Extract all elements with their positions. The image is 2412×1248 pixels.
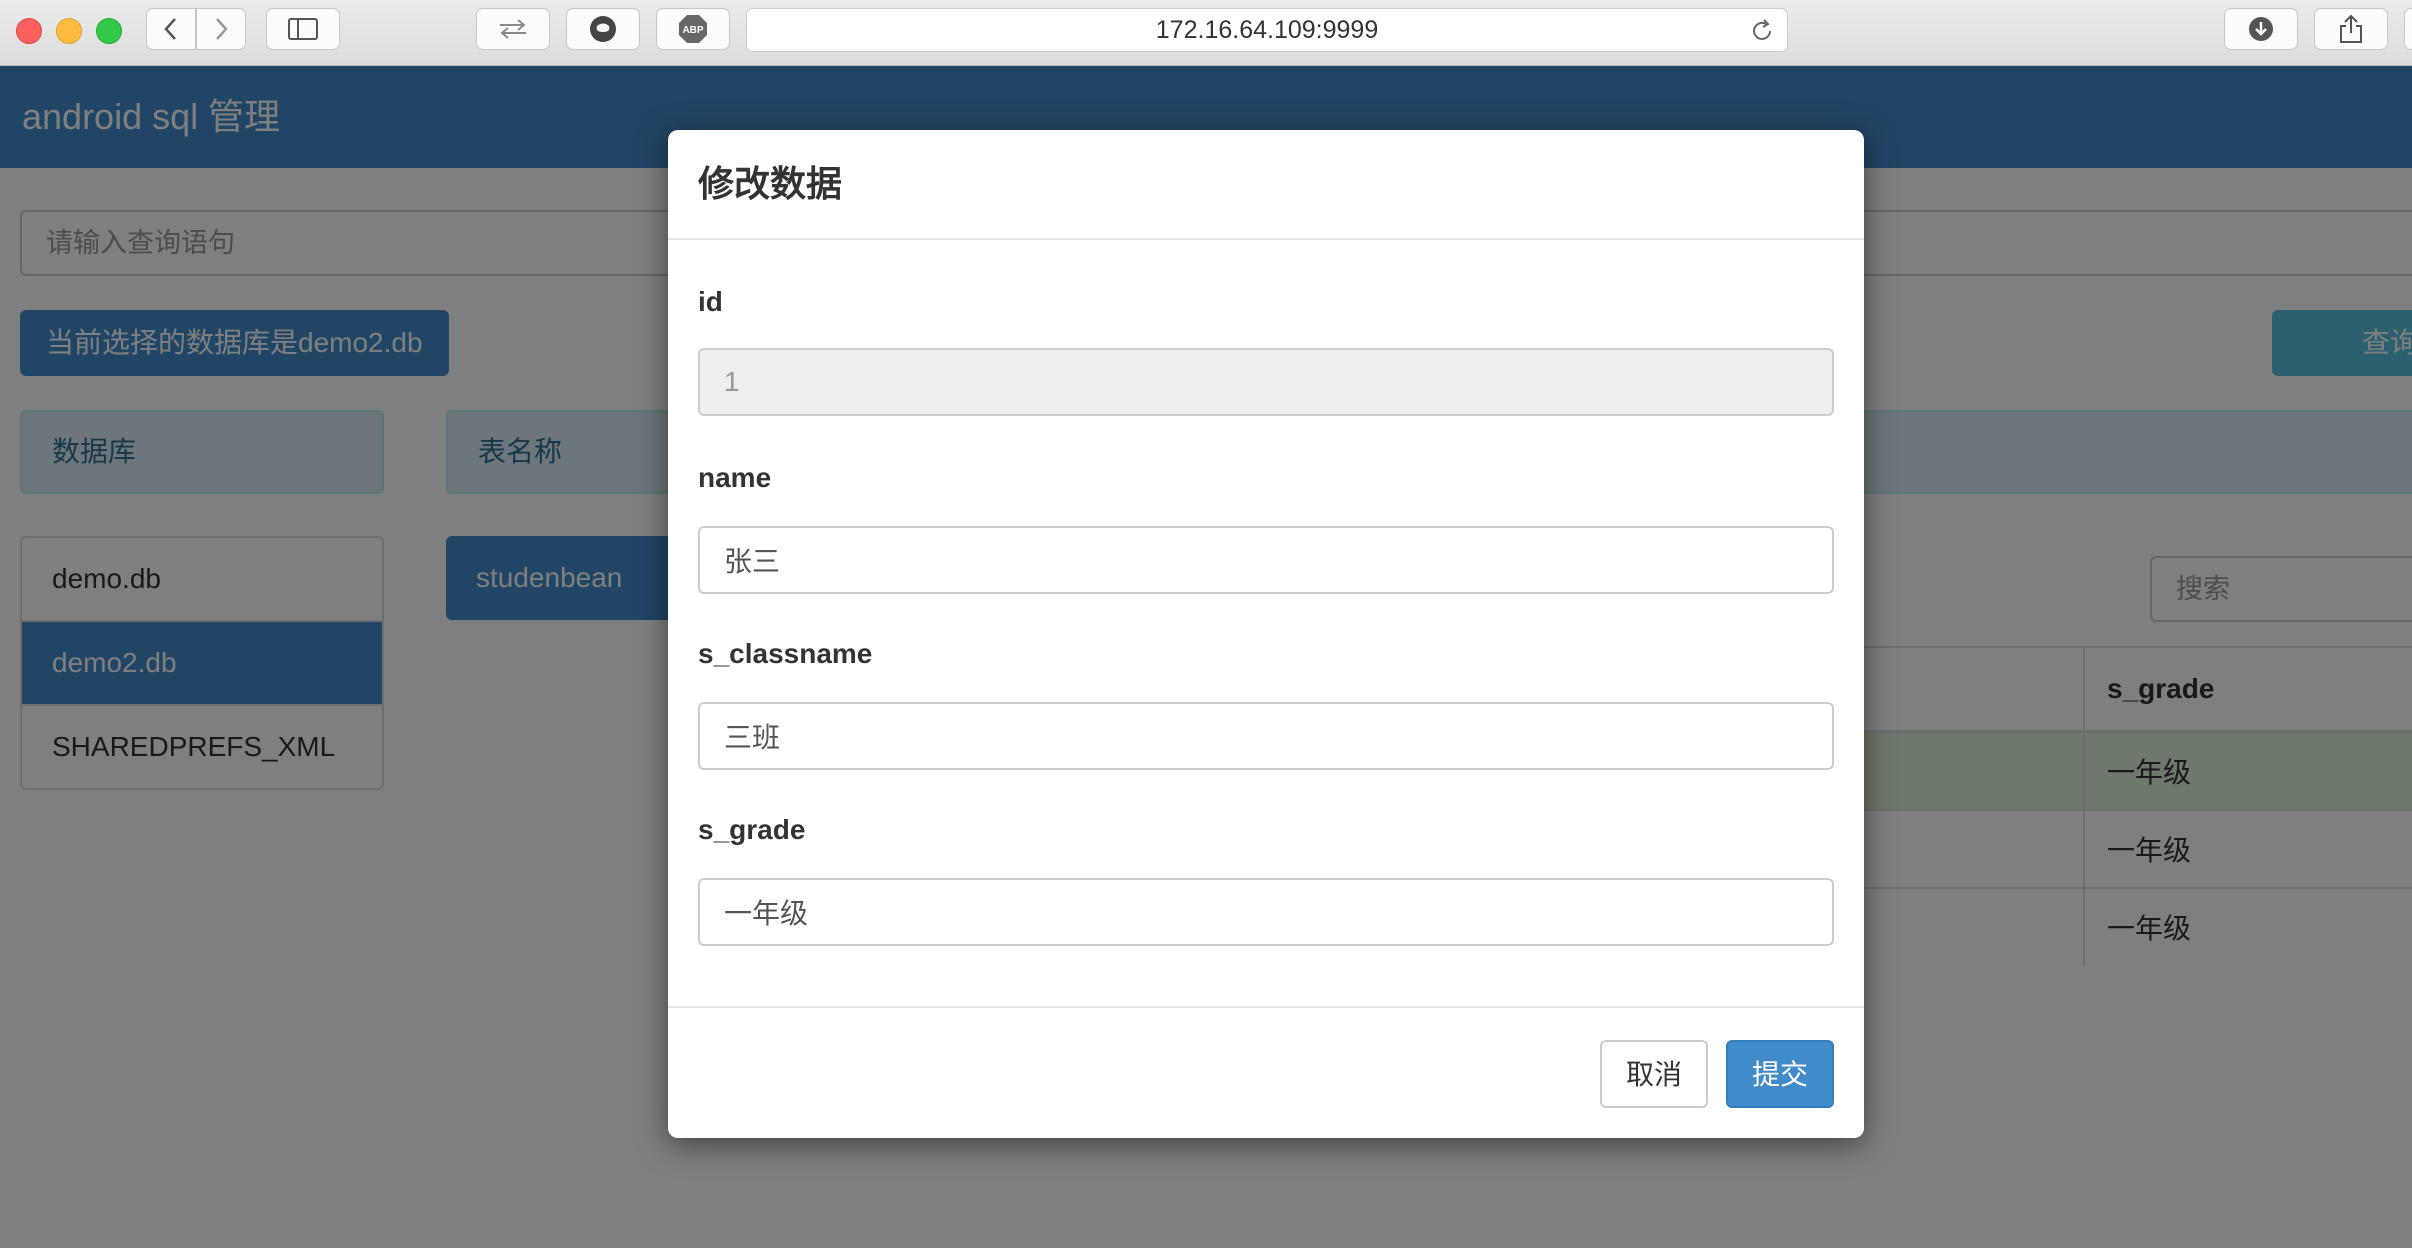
back-icon — [164, 18, 176, 40]
modal-title: 修改数据 — [698, 163, 843, 204]
forward-button[interactable] — [196, 8, 246, 50]
id-field — [698, 348, 1834, 416]
close-window-button[interactable] — [16, 18, 42, 44]
download-icon — [2249, 17, 2273, 41]
modal-footer: 取消 提交 — [668, 1006, 1864, 1138]
browser-toolbar: ABP 172.16.64.109:9999 — [0, 0, 2412, 66]
s-grade-field[interactable] — [698, 878, 1834, 946]
field-label-s-grade: s_grade — [698, 814, 806, 845]
reload-icon[interactable] — [1749, 18, 1775, 44]
share-button[interactable] — [2314, 8, 2388, 50]
sidebar-button[interactable] — [266, 8, 340, 50]
s-classname-field[interactable] — [698, 702, 1834, 770]
new-tab-button[interactable] — [2404, 8, 2412, 50]
forward-icon — [216, 18, 228, 40]
cancel-button[interactable]: 取消 — [1600, 1040, 1708, 1108]
adblock-icon: ABP — [679, 15, 707, 43]
submit-button[interactable]: 提交 — [1726, 1040, 1834, 1108]
minimize-window-button[interactable] — [56, 18, 82, 44]
url-text: 172.16.64.109:9999 — [1155, 16, 1379, 44]
zoom-window-button[interactable] — [96, 18, 122, 44]
field-label-s-classname: s_classname — [698, 638, 873, 669]
download-button[interactable] — [2224, 8, 2298, 50]
sync-button[interactable] — [476, 8, 550, 50]
share-icon — [2340, 14, 2362, 43]
adblock-button[interactable]: ABP — [656, 8, 730, 50]
svg-text:ABP: ABP — [682, 25, 703, 36]
field-label-id: id — [698, 286, 723, 317]
sidebar-icon — [288, 18, 318, 40]
github-icon — [590, 16, 616, 42]
field-label-name: name — [698, 462, 772, 493]
github-button[interactable] — [566, 8, 640, 50]
modal-header: 修改数据 — [668, 130, 1864, 240]
edit-data-modal: 修改数据 id name s_classname s_grade 取消 提交 — [668, 130, 1864, 1138]
back-button[interactable] — [146, 8, 196, 50]
sync-icon — [500, 19, 526, 39]
name-field[interactable] — [698, 526, 1834, 594]
address-bar[interactable]: 172.16.64.109:9999 — [746, 8, 1788, 52]
